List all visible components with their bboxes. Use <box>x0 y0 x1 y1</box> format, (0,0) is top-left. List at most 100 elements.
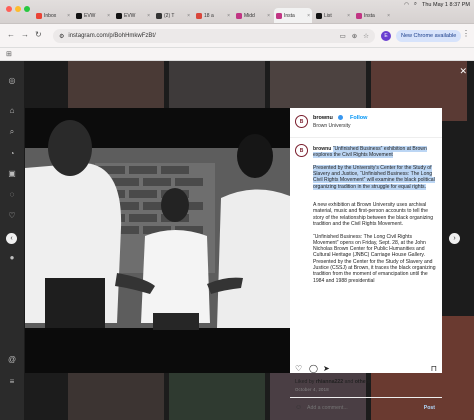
liked-by-others[interactable]: others <box>355 379 371 385</box>
tab-label: Inbox <box>44 12 57 19</box>
post-modal: B brownu Follow Brown University B brown… <box>25 108 442 411</box>
close-tab-icon[interactable]: × <box>67 13 70 19</box>
close-tab-icon[interactable]: × <box>107 13 110 19</box>
close-tab-icon[interactable]: × <box>267 13 270 19</box>
browser-tab[interactable]: Midd × <box>234 8 272 23</box>
profile-avatar[interactable]: E <box>381 31 391 41</box>
browser-tab[interactable]: Insta × <box>354 8 392 23</box>
close-tab-icon[interactable]: × <box>147 13 150 19</box>
close-tab-icon[interactable]: × <box>387 13 390 19</box>
reload-icon[interactable]: ↻ <box>35 30 42 39</box>
like-heart-icon[interactable]: ♡ <box>295 364 302 373</box>
previous-post-arrow-icon[interactable]: ‹ <box>6 233 17 244</box>
emoji-icon[interactable]: ☺ <box>295 404 302 411</box>
wifi-icon: ◠ <box>404 1 409 8</box>
author-username[interactable]: brownu <box>313 115 333 121</box>
explore-icon[interactable]: ◔ <box>7 148 17 158</box>
apps-icon[interactable]: ⊞ <box>6 50 12 58</box>
back-icon[interactable]: ← <box>7 30 15 39</box>
tab-label: EVW <box>84 12 96 19</box>
site-info-icon[interactable]: ⚙ <box>59 33 64 40</box>
browser-tab[interactable]: EVW × <box>74 8 112 23</box>
browser-tab-strip: Inbox × EVW × EVW × (2) T × 18 a × Midd × Insta × List… <box>0 0 474 24</box>
follow-button[interactable]: Follow <box>350 115 367 121</box>
browser-tab[interactable]: EVW × <box>114 8 152 23</box>
screen-share-icon[interactable]: ▭ <box>340 32 346 40</box>
comment-input[interactable] <box>307 405 407 411</box>
forward-icon[interactable]: → <box>21 30 29 39</box>
save-bookmark-icon[interactable]: ⊓ <box>431 364 437 373</box>
tab-favicon-icon <box>316 12 322 19</box>
post-location[interactable]: Brown University <box>313 123 351 129</box>
tab-label: Insta <box>364 12 375 19</box>
close-tab-icon[interactable]: × <box>227 13 230 19</box>
system-status: ◠ ⌕ Thu May 1 8:37 PM <box>404 0 470 9</box>
tab-favicon-icon <box>236 12 242 19</box>
reels-icon[interactable]: ▣ <box>7 168 17 178</box>
messages-icon[interactable]: ◌ <box>7 189 17 199</box>
liked-by-user[interactable]: rhianna222 <box>316 379 343 385</box>
caption-paragraph: “Unfinished Business: The Long Civil Rig… <box>313 233 436 284</box>
browser-tab[interactable]: 18 a × <box>194 8 232 23</box>
url-text[interactable]: instagram.com/p/BohHmkwFzBt/ <box>68 33 155 39</box>
profile-icon[interactable]: ● <box>7 252 17 262</box>
caption-text: brownu “Unfinished Business” exhibition … <box>313 146 436 290</box>
tab-label: List <box>324 12 332 19</box>
browser-tab[interactable]: List × <box>314 8 352 23</box>
close-modal-icon[interactable]: ✕ <box>459 66 467 77</box>
caption-headline: “Unfinished Business” exhibition at Brow… <box>313 146 427 159</box>
more-menu-icon[interactable]: ⋮ <box>462 29 470 38</box>
post-comment-button[interactable]: Post <box>424 405 435 411</box>
close-tab-icon[interactable]: × <box>347 13 350 19</box>
caption-username[interactable]: brownu <box>313 146 331 152</box>
author-avatar[interactable]: B <box>295 115 308 128</box>
search-icon: ⌕ <box>413 1 417 7</box>
close-tab-icon[interactable]: × <box>187 13 190 19</box>
tab-favicon-icon <box>276 12 282 19</box>
tab-favicon-icon <box>116 12 122 19</box>
browser-toolbar: ← → ↻ ⚙ instagram.com/p/BohHmkwFzBt/ ▭ ⊕… <box>0 24 474 48</box>
tab-favicon-icon <box>196 12 202 19</box>
new-chrome-available-button[interactable]: New Chrome available <box>396 30 462 42</box>
bookmark-star-icon[interactable]: ☆ <box>363 32 369 40</box>
tab-label: Insta <box>284 12 295 19</box>
close-window-button[interactable] <box>6 6 12 12</box>
divider <box>290 397 442 398</box>
browser-tab[interactable]: Insta × <box>274 8 312 23</box>
home-icon[interactable]: ⌂ <box>7 105 17 115</box>
tab-label: (2) T <box>164 12 175 19</box>
divider <box>290 137 442 138</box>
close-tab-icon[interactable]: × <box>307 13 310 19</box>
search-icon[interactable]: ⌕ <box>7 127 17 137</box>
caption-paragraph: A new exhibition at Brown University use… <box>313 202 434 227</box>
tab-list: Inbox × EVW × EVW × (2) T × 18 a × Midd × Insta × List… <box>34 8 392 23</box>
threads-icon[interactable]: @ <box>7 354 17 364</box>
system-time: Thu May 1 8:37 PM <box>422 1 470 8</box>
zoom-icon[interactable]: ⊕ <box>352 32 357 40</box>
zoom-window-button[interactable] <box>24 6 30 12</box>
post-photo <box>25 108 290 373</box>
post-header: B brownu Follow Brown University <box>295 114 437 132</box>
tab-favicon-icon <box>356 12 362 19</box>
browser-tab[interactable]: (2) T × <box>154 8 192 23</box>
more-icon[interactable]: ≡ <box>7 376 17 386</box>
civil-rights-photo <box>25 108 290 373</box>
next-post-arrow-icon[interactable]: › <box>449 233 460 244</box>
caption-paragraph: brownu “Unfinished Business” exhibition … <box>313 146 436 159</box>
instagram-page: ◎ ⌂ ⌕ ◔ ▣ ◌ ♡ ⊞ ● @ ≡ ✕ ‹ › <box>0 61 474 420</box>
post-actions: ♡ ◯ ➤ ⊓ <box>295 364 437 374</box>
address-bar[interactable]: ⚙ instagram.com/p/BohHmkwFzBt/ ▭ ⊕ ☆ <box>53 29 375 43</box>
bookmarks-bar: ⊞ <box>0 48 474 61</box>
notifications-icon[interactable]: ♡ <box>7 210 17 220</box>
likes-summary: Liked by rhianna222 and others <box>295 379 371 385</box>
comment-icon[interactable]: ◯ <box>309 364 318 373</box>
minimize-window-button[interactable] <box>15 6 21 12</box>
caption-avatar[interactable]: B <box>295 144 308 157</box>
tab-favicon-icon <box>36 12 42 19</box>
tab-label: Midd <box>244 12 255 19</box>
share-icon[interactable]: ➤ <box>323 364 330 373</box>
browser-tab[interactable]: Inbox × <box>34 8 72 23</box>
comment-composer: ☺ Post <box>295 404 437 414</box>
instagram-logo-icon[interactable]: ◎ <box>7 75 17 85</box>
tab-favicon-icon <box>76 12 82 19</box>
